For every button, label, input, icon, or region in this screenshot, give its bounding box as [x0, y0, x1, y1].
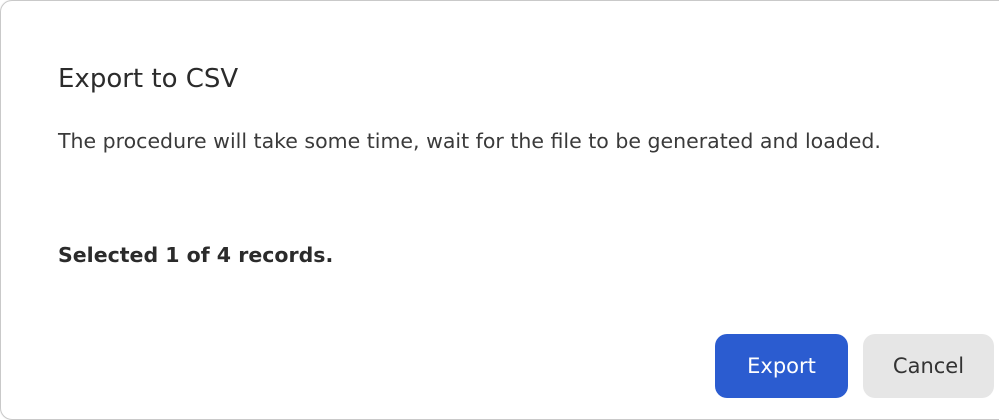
dialog-title: Export to CSV [58, 64, 239, 94]
export-button[interactable]: Export [715, 334, 848, 398]
dialog-message: The procedure will take some time, wait … [58, 129, 881, 153]
selection-count: Selected 1 of 4 records. [58, 243, 334, 267]
cancel-button[interactable]: Cancel [863, 334, 994, 398]
export-csv-dialog: Export to CSV The procedure will take so… [0, 0, 999, 420]
